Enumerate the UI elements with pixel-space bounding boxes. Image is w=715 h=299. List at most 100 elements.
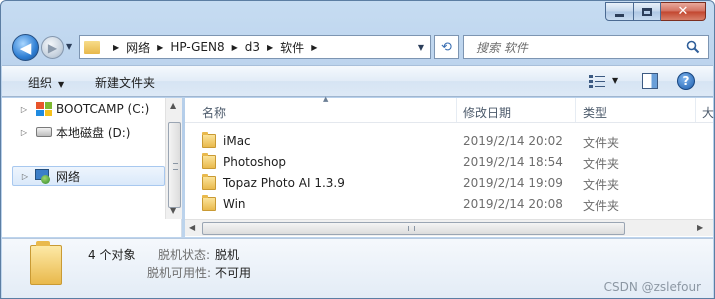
object-count: 4 个对象 [88, 248, 136, 262]
sort-ascending-icon: ▲ [323, 95, 329, 103]
folder-icon [202, 195, 216, 211]
breadcrumb-chevron-icon[interactable]: ▶ [311, 43, 317, 52]
file-type: 文件夹 [583, 157, 620, 171]
command-bar: 组织 ▼ 新建文件夹 ▼ ? [2, 65, 713, 97]
scrollbar-thumb[interactable] [168, 122, 181, 208]
view-options-icon[interactable] [589, 75, 605, 88]
details-pane: 4 个对象 脱机状态: 脱机 脱机可用性: 不可用 CSDN @zslefour [2, 238, 713, 298]
file-type: 文件夹 [583, 178, 620, 192]
offline-status-label: 脱机状态: [158, 248, 211, 262]
column-header-name[interactable]: 名称 [202, 104, 226, 121]
scroll-right-arrow-icon[interactable]: ▶ [697, 223, 703, 232]
table-row[interactable]: iMac 2019/2/14 20:02 文件夹 [185, 131, 705, 152]
folder-icon [202, 132, 216, 148]
recent-pages-dropdown-icon[interactable]: ▼ [66, 42, 72, 51]
scrollbar-thumb[interactable] [202, 222, 625, 235]
minimize-icon [615, 13, 624, 17]
expand-arrow-icon[interactable]: ▷ [18, 105, 30, 114]
forward-arrow-icon: ▶ [47, 40, 58, 55]
file-type: 文件夹 [583, 136, 620, 150]
refresh-button[interactable]: ⟲ [434, 35, 459, 59]
column-divider[interactable] [456, 98, 457, 122]
back-button[interactable]: ◀ [12, 34, 39, 61]
forward-button[interactable]: ▶ [41, 36, 64, 59]
file-name: Topaz Photo AI 1.3.9 [223, 176, 345, 190]
navigation-bar: ◀ ▶ ▼ ▶ 网络 ▶ HP-GEN8 ▶ d3 ▶ 软件 ▶ ▼ ⟲ 搜索 … [9, 32, 709, 62]
file-date: 2019/2/14 18:54 [463, 155, 563, 169]
column-header-row: ▲ 名称 修改日期 类型 大 [185, 95, 714, 123]
breadcrumb-current-folder[interactable]: 软件 [280, 39, 304, 56]
file-name: iMac [223, 134, 251, 148]
tree-item-label: 本地磁盘 (D:) [56, 125, 131, 140]
breadcrumb-chevron-icon[interactable]: ▶ [113, 43, 119, 52]
folder-icon [84, 40, 100, 54]
scrollbar-grip-icon [408, 226, 415, 231]
breadcrumb-chevron-icon[interactable]: ▶ [267, 43, 273, 52]
navigation-pane-scrollbar[interactable]: ▲ ▼ [165, 98, 182, 219]
address-dropdown-icon[interactable]: ▼ [418, 43, 424, 52]
file-date: 2019/2/14 20:08 [463, 197, 563, 211]
column-divider[interactable] [695, 98, 696, 122]
scroll-up-arrow-icon[interactable]: ▲ [170, 101, 176, 110]
horizontal-scrollbar[interactable]: ◀ ▶ [185, 219, 713, 236]
file-date: 2019/2/14 20:02 [463, 134, 563, 148]
maximize-icon [642, 7, 652, 16]
tree-item-bootcamp[interactable]: ▷ BOOTCAMP (C:) [2, 99, 149, 119]
folder-icon [202, 153, 216, 169]
scrollbar-grip-icon [173, 163, 178, 170]
search-placeholder: 搜索 软件 [476, 40, 528, 55]
tree-item-network[interactable]: ▷ 网络 [12, 166, 165, 186]
chevron-down-icon: ▼ [58, 80, 65, 89]
new-folder-button[interactable]: 新建文件夹 [95, 74, 155, 91]
file-name: Win [223, 197, 246, 211]
preview-pane-icon[interactable] [642, 73, 658, 89]
breadcrumb-chevron-icon[interactable]: ▶ [232, 43, 238, 52]
column-divider[interactable] [575, 98, 576, 122]
tree-item-label: 网络 [56, 169, 81, 184]
offline-status-value: 脱机 [215, 248, 240, 262]
hard-drive-icon [36, 127, 52, 137]
scroll-left-arrow-icon[interactable]: ◀ [189, 223, 195, 232]
help-icon[interactable]: ? [677, 72, 695, 90]
organize-button[interactable]: 组织 ▼ [28, 74, 64, 91]
expand-arrow-icon[interactable]: ▷ [19, 172, 31, 181]
watermark: CSDN @zslefour [603, 280, 701, 294]
file-date: 2019/2/14 19:09 [463, 176, 563, 190]
address-bar[interactable]: ▶ 网络 ▶ HP-GEN8 ▶ d3 ▶ 软件 ▶ ▼ [79, 35, 431, 59]
scroll-down-arrow-icon[interactable]: ▼ [170, 206, 176, 215]
column-header-date[interactable]: 修改日期 [463, 104, 511, 121]
explorer-window: ✕ ◀ ▶ ▼ ▶ 网络 ▶ HP-GEN8 ▶ d3 ▶ 软件 ▶ ▼ ⟲ 搜… [0, 0, 715, 299]
caption-buttons: ✕ [605, 2, 706, 21]
breadcrumb-chevron-icon[interactable]: ▶ [157, 43, 163, 52]
search-input[interactable]: 搜索 软件 [463, 35, 709, 59]
file-list: ▲ 名称 修改日期 类型 大 iMac 2019/2/14 20:02 文件夹 … [185, 95, 714, 237]
search-icon[interactable] [686, 40, 700, 54]
view-dropdown-icon[interactable]: ▼ [612, 76, 618, 85]
table-row[interactable]: Topaz Photo AI 1.3.9 2019/2/14 19:09 文件夹 [185, 173, 705, 194]
table-row[interactable]: Win 2019/2/14 20:08 文件夹 [185, 194, 705, 215]
breadcrumb-server[interactable]: HP-GEN8 [170, 40, 224, 54]
minimize-button[interactable] [605, 2, 634, 21]
tree-item-local-disk-d[interactable]: ▷ 本地磁盘 (D:) [2, 122, 131, 142]
file-type: 文件夹 [583, 199, 620, 213]
close-icon: ✕ [677, 4, 689, 19]
large-folder-icon [30, 241, 62, 285]
organize-label: 组织 [28, 76, 53, 90]
breadcrumb-network[interactable]: 网络 [126, 39, 150, 56]
expand-arrow-icon[interactable]: ▷ [18, 128, 30, 137]
maximize-button[interactable] [634, 2, 661, 21]
table-row[interactable]: Photoshop 2019/2/14 18:54 文件夹 [185, 152, 705, 173]
refresh-icon: ⟲ [441, 39, 452, 55]
folder-icon [202, 174, 216, 190]
offline-availability-value: 不可用 [215, 266, 252, 280]
column-header-size[interactable]: 大 [702, 104, 714, 121]
network-icon [35, 168, 52, 184]
file-name: Photoshop [223, 155, 287, 169]
column-header-type[interactable]: 类型 [583, 104, 607, 121]
windows-drive-icon [36, 102, 52, 116]
close-button[interactable]: ✕ [661, 2, 706, 21]
breadcrumb-share[interactable]: d3 [245, 40, 260, 54]
tree-item-label: BOOTCAMP (C:) [56, 102, 150, 116]
back-arrow-icon: ◀ [19, 38, 32, 57]
offline-availability-label: 脱机可用性: [147, 266, 212, 280]
